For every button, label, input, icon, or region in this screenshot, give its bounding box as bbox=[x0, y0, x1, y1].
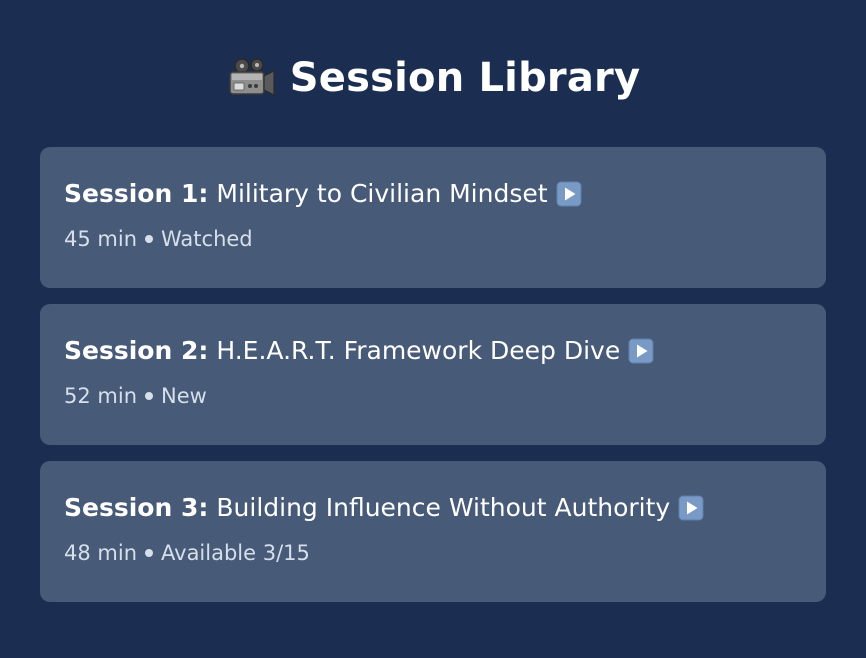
session-card-3[interactable]: Session 3: Building Influence Without Au… bbox=[40, 461, 826, 602]
page-header: Session Library bbox=[0, 48, 866, 108]
video-camera-icon bbox=[226, 56, 276, 100]
session-status: Watched bbox=[161, 227, 253, 251]
session-status: New bbox=[161, 384, 207, 408]
session-card-1[interactable]: Session 1: Military to Civilian Mindset … bbox=[40, 147, 826, 288]
session-title: Military to Civilian Mindset bbox=[216, 179, 548, 208]
session-title-row: Session 2: H.E.A.R.T. Framework Deep Div… bbox=[64, 334, 802, 368]
session-title-row: Session 3: Building Influence Without Au… bbox=[64, 491, 802, 525]
session-title: H.E.A.R.T. Framework Deep Dive bbox=[216, 336, 621, 365]
play-button-icon[interactable] bbox=[628, 338, 654, 364]
session-card-2[interactable]: Session 2: H.E.A.R.T. Framework Deep Div… bbox=[40, 304, 826, 445]
session-meta: 52 min New bbox=[64, 382, 802, 410]
play-button-icon[interactable] bbox=[556, 181, 582, 207]
session-duration: 48 min bbox=[64, 541, 137, 565]
separator-dot bbox=[145, 235, 153, 243]
session-title: Building Influence Without Authority bbox=[216, 493, 671, 522]
session-title-row: Session 1: Military to Civilian Mindset bbox=[64, 177, 802, 211]
separator-dot bbox=[145, 549, 153, 557]
session-number: Session 1: bbox=[64, 179, 209, 208]
session-duration: 52 min bbox=[64, 384, 137, 408]
session-status: Available 3/15 bbox=[161, 541, 310, 565]
session-duration: 45 min bbox=[64, 227, 137, 251]
session-number: Session 2: bbox=[64, 336, 209, 365]
page-title: Session Library bbox=[289, 55, 641, 101]
separator-dot bbox=[145, 392, 153, 400]
session-number: Session 3: bbox=[64, 493, 209, 522]
session-meta: 45 min Watched bbox=[64, 225, 802, 253]
session-list: Session 1: Military to Civilian Mindset … bbox=[40, 147, 826, 618]
session-meta: 48 min Available 3/15 bbox=[64, 539, 802, 567]
play-button-icon[interactable] bbox=[678, 495, 704, 521]
